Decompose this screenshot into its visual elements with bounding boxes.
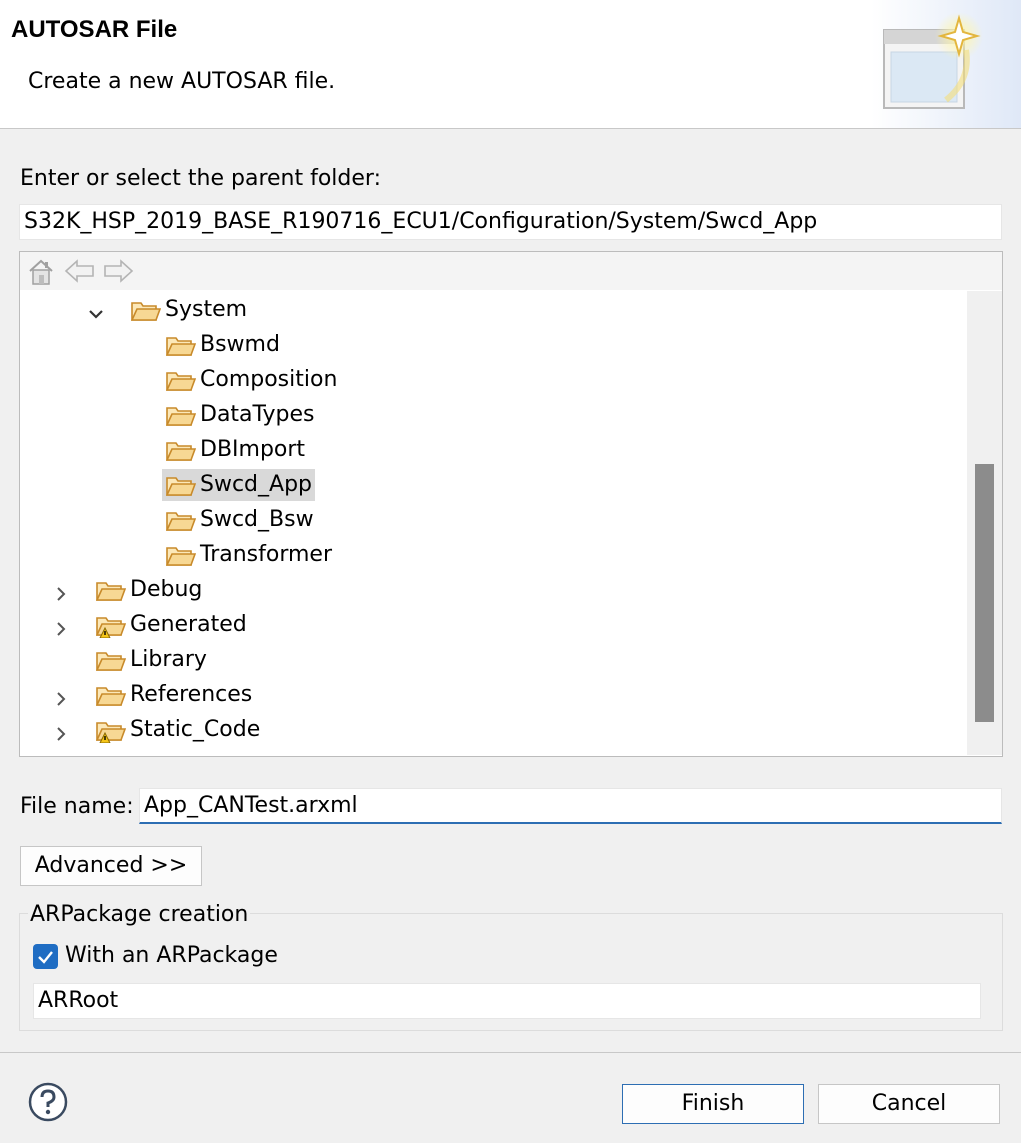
help-icon[interactable] (28, 1082, 68, 1126)
folder-icon (165, 404, 197, 438)
tree-item-label: Debug (130, 577, 203, 602)
parent-folder-input[interactable]: S32K_HSP_2019_BASE_R190716_ECU1/Configur… (19, 204, 1002, 240)
tree-item-datatypes[interactable]: DataTypes (162, 399, 422, 431)
folder-warning-icon (95, 614, 127, 648)
file-name-label: File name: (20, 794, 134, 819)
tree-item-dbimport[interactable]: DBImport (162, 434, 422, 466)
arpackage-name-input[interactable]: ARRoot (33, 983, 981, 1019)
home-icon[interactable] (28, 258, 54, 290)
page-title: AUTOSAR File (11, 16, 178, 43)
tree-item-static-code[interactable]: Static_Code (57, 714, 352, 746)
tree-item-label: Generated (130, 612, 247, 637)
tree-viewport: System Bswmd Composition DataTypes DBImport S… (20, 291, 967, 753)
finish-button[interactable]: Finish (622, 1084, 804, 1124)
tree-item-label: Static_Code (130, 717, 261, 742)
chevron-right-icon[interactable] (52, 721, 70, 753)
arpackage-checkbox-label[interactable]: With an ARPackage (65, 943, 278, 968)
tree-item-label: System (165, 297, 248, 322)
tree-item-transformer[interactable]: Transformer (162, 539, 422, 571)
folder-tree: System Bswmd Composition DataTypes DBImport S… (19, 251, 1003, 757)
tree-item-label: DBImport (200, 437, 306, 462)
arpackage-group-label: ARPackage creation (28, 902, 251, 927)
cancel-button[interactable]: Cancel (818, 1084, 1000, 1124)
folder-icon (165, 474, 197, 508)
arpackage-checkbox[interactable] (33, 944, 58, 969)
folder-icon (165, 544, 197, 578)
folder-icon (165, 439, 197, 473)
file-name-input[interactable]: App_CANTest.arxml (139, 788, 1002, 824)
chevron-down-icon[interactable] (87, 301, 105, 333)
parent-folder-label: Enter or select the parent folder: (20, 166, 381, 191)
tree-toolbar (20, 252, 1002, 290)
tree-item-label: References (130, 682, 253, 707)
folder-icon (95, 579, 127, 613)
chevron-right-icon[interactable] (52, 581, 70, 613)
folder-icon (165, 369, 197, 403)
tree-item-swcd-bsw[interactable]: Swcd_Bsw (162, 504, 422, 536)
tree-item-label: Transformer (200, 542, 333, 567)
tree-item-bswmd[interactable]: Bswmd (162, 329, 422, 361)
folder-icon (165, 334, 197, 368)
page-description: Create a new AUTOSAR file. (28, 69, 336, 94)
advanced-button[interactable]: Advanced >> (20, 846, 202, 886)
tree-item-library[interactable]: Library (92, 644, 352, 676)
folder-icon (95, 684, 127, 718)
tree-item-composition[interactable]: Composition (162, 364, 422, 396)
folder-icon (130, 299, 162, 333)
tree-item-label: Swcd_App (200, 472, 312, 497)
tree-item-label: Bswmd (200, 332, 280, 357)
back-arrow-icon[interactable] (64, 258, 96, 288)
tree-item-generated[interactable]: Generated (57, 609, 352, 641)
tree-item-label: Library (130, 647, 207, 672)
new-file-wizard-icon (871, 0, 1021, 128)
checkmark-icon (38, 951, 53, 964)
forward-arrow-icon[interactable] (102, 258, 134, 288)
folder-warning-icon (95, 719, 127, 753)
tree-item-label: Composition (200, 367, 338, 392)
tree-item-debug[interactable]: Debug (57, 574, 352, 606)
chevron-right-icon[interactable] (52, 686, 70, 718)
folder-icon (165, 509, 197, 543)
tree-item-references[interactable]: References (57, 679, 352, 711)
chevron-right-icon[interactable] (52, 616, 70, 648)
tree-item-system[interactable]: System (89, 294, 387, 326)
tree-item-label: DataTypes (200, 402, 315, 427)
folder-icon (95, 649, 127, 683)
wizard-banner: AUTOSAR File Create a new AUTOSAR file. (0, 0, 1021, 129)
footer-divider (0, 1052, 1021, 1053)
tree-scrollbar-thumb[interactable] (975, 464, 994, 722)
tree-item-swcd-app[interactable]: Swcd_App (162, 469, 315, 501)
tree-item-label: Swcd_Bsw (200, 507, 314, 532)
